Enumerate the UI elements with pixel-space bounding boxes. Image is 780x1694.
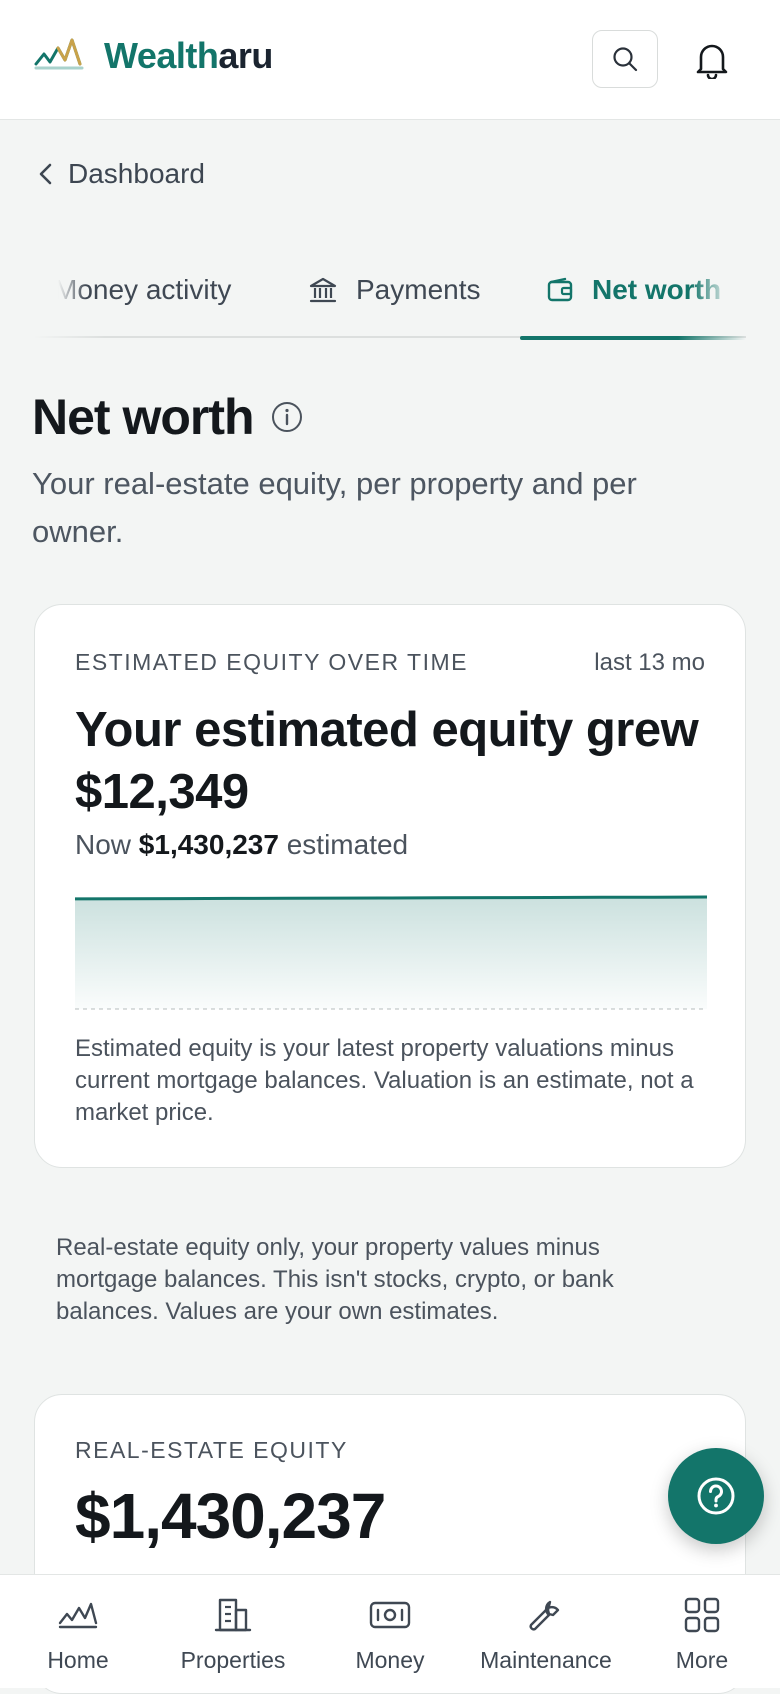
brand-name: Wealtharu (104, 35, 273, 76)
headline-line-2: $12,349 (75, 765, 249, 819)
nav-more[interactable]: More (627, 1575, 777, 1689)
tab-net-worth[interactable]: Net worth (546, 274, 742, 314)
brand-logo[interactable]: Wealtharu (34, 34, 273, 79)
home-chart-icon (57, 1595, 99, 1635)
chart-series-line (75, 895, 707, 901)
breadcrumb-label: Dashboard (68, 158, 205, 189)
nav-label: Home (47, 1647, 109, 1673)
time-range-label: last 13 mo (594, 649, 705, 676)
bank-icon (308, 275, 338, 305)
app-header: Wealtharu (0, 0, 780, 120)
active-tab-indicator (520, 336, 746, 340)
help-circle-icon (697, 1477, 735, 1515)
equity-area-chart (75, 895, 707, 1010)
chevron-left-icon (39, 163, 52, 185)
equity-growth-headline: Your estimated equity grew $12,349 (75, 699, 715, 823)
card-eyebrow: REAL-ESTATE EQUITY (75, 1437, 348, 1463)
breadcrumb-back[interactable]: Dashboard (36, 150, 205, 198)
nav-properties[interactable]: Properties (158, 1575, 308, 1689)
mountain-chart-logo (34, 34, 86, 79)
nav-label: Money (355, 1647, 425, 1673)
wallet-icon (546, 276, 574, 304)
tab-money-activity[interactable]: Money activity (46, 274, 231, 314)
notifications-button[interactable] (692, 38, 732, 82)
tab-fade-overlay (691, 274, 742, 314)
nav-label: More (675, 1647, 729, 1673)
grid-icon (683, 1595, 721, 1635)
banknote-icon (369, 1595, 411, 1635)
bell-icon (696, 44, 728, 79)
headline-line-1: Your estimated equity grew (75, 703, 699, 757)
tab-payments[interactable]: Payments (308, 274, 481, 306)
tab-label: Payments (356, 274, 481, 305)
wrench-icon (528, 1595, 564, 1635)
card-eyebrow: ESTIMATED EQUITY OVER TIME (75, 649, 468, 675)
equity-over-time-card: ESTIMATED EQUITY OVER TIME last 13 mo Yo… (34, 604, 746, 1168)
now-suffix: estimated (286, 829, 409, 860)
real-estate-equity-value: $1,430,237 (75, 1480, 386, 1552)
chart-area-fill (75, 897, 707, 1009)
bottom-navigation: Home Properties Money Maintenance More (0, 1574, 780, 1688)
search-icon (613, 47, 638, 72)
search-button[interactable] (592, 30, 658, 88)
equity-disclaimer: Real-estate equity only, your property v… (56, 1234, 614, 1325)
equity-explanation: Estimated equity is your latest property… (75, 1035, 694, 1126)
page-title: Net worth (32, 388, 304, 446)
page-subtitle: Your real-estate equity, per property an… (32, 466, 637, 549)
now-value: $1,430,237 (138, 829, 279, 860)
tab-fade-overlay (46, 274, 86, 314)
info-icon[interactable] (270, 400, 304, 434)
now-prefix: Now (75, 829, 132, 860)
nav-home[interactable]: Home (3, 1575, 153, 1689)
building-icon (214, 1595, 252, 1635)
nav-label: Maintenance (480, 1647, 612, 1673)
section-tabs: Money activity Payments Net worth (34, 250, 746, 340)
page-title-text: Net worth (32, 389, 255, 445)
nav-money[interactable]: Money (315, 1575, 465, 1689)
current-equity-line: Now $1,430,237 estimated (75, 829, 408, 861)
help-button[interactable] (668, 1448, 764, 1544)
nav-maintenance[interactable]: Maintenance (471, 1575, 621, 1689)
nav-label: Properties (180, 1647, 286, 1673)
